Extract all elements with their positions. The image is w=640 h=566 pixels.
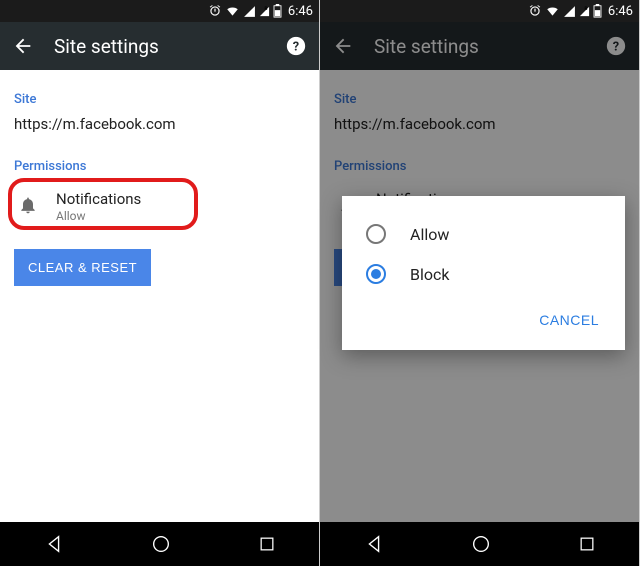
alarm-icon — [208, 4, 222, 18]
notifications-permission-text: Notifications Allow — [56, 190, 141, 223]
signal-icon — [563, 5, 576, 18]
alarm-icon — [528, 4, 542, 18]
signal-r-icon: R — [259, 5, 270, 18]
back-icon[interactable] — [12, 35, 34, 57]
nav-bar — [0, 522, 319, 566]
bell-icon — [18, 195, 38, 219]
nav-recent-icon[interactable] — [257, 534, 277, 554]
cancel-button[interactable]: CANCEL — [531, 306, 607, 334]
nav-home-icon[interactable] — [470, 533, 492, 555]
clear-reset-button[interactable]: CLEAR & RESET — [14, 249, 151, 286]
nav-back-icon[interactable] — [363, 533, 385, 555]
app-bar: Site settings ? — [0, 22, 319, 70]
radio-label-allow: Allow — [410, 225, 449, 244]
radio-option-block[interactable]: Block — [342, 254, 625, 294]
status-time: 6:46 — [288, 4, 313, 19]
nav-back-icon[interactable] — [43, 533, 65, 555]
radio-label-block: Block — [410, 265, 449, 284]
svg-text:R: R — [584, 6, 587, 12]
status-time: 6:46 — [608, 4, 633, 19]
permissions-section-label: Permissions — [14, 159, 305, 174]
radio-option-allow[interactable]: Allow — [342, 214, 625, 254]
phone-left: R 6:46 Site settings ? Site https://m.fa… — [0, 0, 320, 566]
nav-bar — [320, 522, 639, 566]
status-bar: R 6:46 — [320, 0, 639, 22]
signal-icon — [243, 5, 256, 18]
radio-checked-icon — [366, 264, 386, 284]
status-icons: R — [208, 4, 282, 18]
svg-text:?: ? — [293, 40, 299, 55]
status-bar: R 6:46 — [0, 0, 319, 22]
nav-recent-icon[interactable] — [577, 534, 597, 554]
content: Site https://m.facebook.com Permissions … — [0, 70, 319, 522]
dialog-actions: CANCEL — [342, 294, 625, 344]
permission-dialog: Allow Block CANCEL — [342, 196, 625, 350]
notifications-title: Notifications — [56, 190, 141, 208]
wifi-icon — [225, 4, 240, 18]
site-url: https://m.facebook.com — [14, 115, 305, 133]
battery-icon — [273, 4, 282, 18]
help-icon[interactable]: ? — [285, 35, 307, 57]
notifications-status: Allow — [56, 209, 141, 223]
nav-home-icon[interactable] — [150, 533, 172, 555]
status-icons: R — [528, 4, 602, 18]
page-title: Site settings — [54, 35, 265, 58]
phone-right: R 6:46 Site settings ? Site https://m.fa… — [320, 0, 640, 566]
battery-icon — [593, 4, 602, 18]
notifications-permission-row[interactable]: Notifications Allow — [14, 182, 305, 233]
site-section-label: Site — [14, 92, 305, 107]
signal-r-icon: R — [579, 5, 590, 18]
svg-text:R: R — [264, 6, 267, 12]
radio-unchecked-icon — [366, 224, 386, 244]
wifi-icon — [545, 4, 560, 18]
